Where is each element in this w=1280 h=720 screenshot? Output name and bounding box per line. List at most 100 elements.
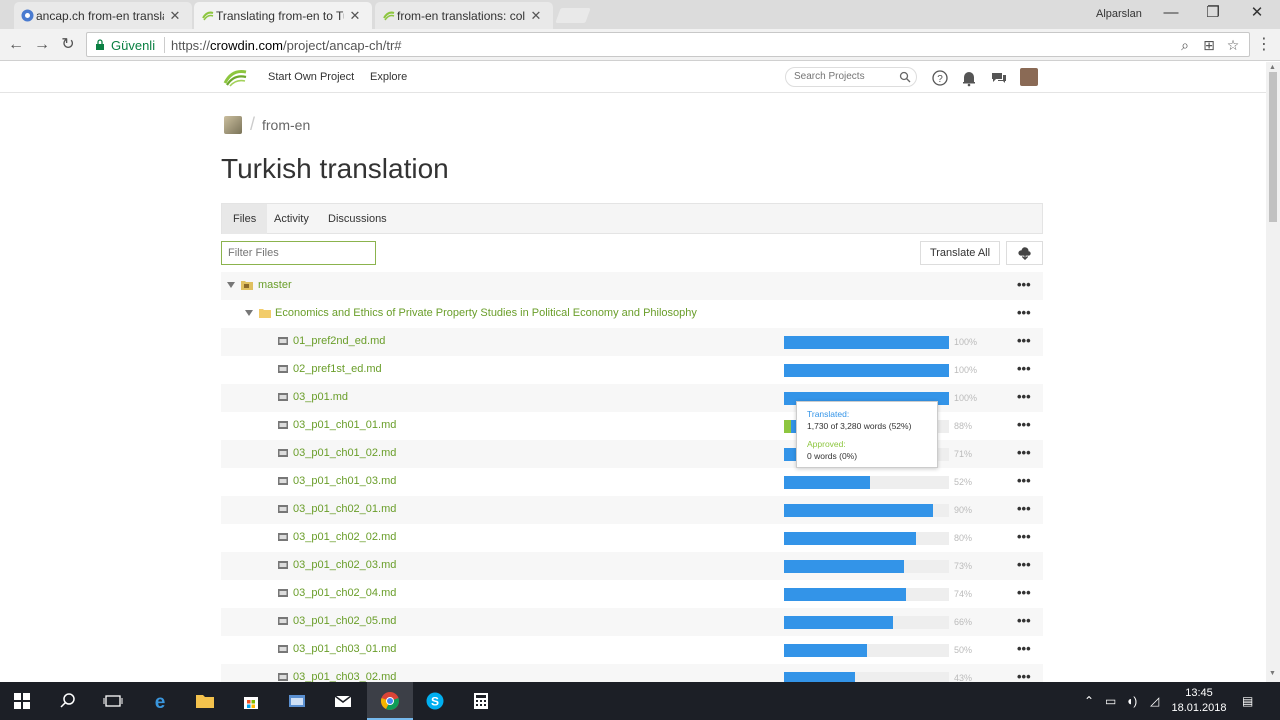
restore-icon[interactable]: ❐ (1198, 4, 1228, 22)
close-icon[interactable]: ✕ (529, 8, 543, 24)
branch-name[interactable]: master (258, 279, 292, 291)
reload-icon[interactable]: ↻ (58, 35, 78, 55)
file-name-link[interactable]: 02_pref1st_ed.md (293, 363, 382, 375)
search-icon[interactable] (58, 691, 78, 711)
caret-down-icon[interactable] (227, 282, 235, 288)
action-center-icon[interactable]: ▤ (1242, 694, 1253, 708)
translation-progress-bar[interactable] (784, 532, 949, 545)
file-name-link[interactable]: 01_pref2nd_ed.md (293, 335, 385, 347)
translation-progress-bar[interactable] (784, 504, 949, 517)
translation-progress-bar[interactable] (784, 616, 949, 629)
minimize-icon[interactable]: — (1156, 4, 1186, 22)
close-icon[interactable]: ✕ (168, 8, 182, 24)
zoom-icon[interactable]: ⌕ (1177, 37, 1193, 53)
task-view-icon[interactable] (103, 691, 123, 711)
more-options-icon[interactable]: ••• (1017, 445, 1031, 460)
search-projects-input[interactable] (794, 71, 894, 82)
file-name-link[interactable]: 03_p01_ch02_02.md (293, 531, 396, 543)
file-row[interactable]: 03_p01_ch02_02.md 80% ••• (221, 524, 1043, 552)
file-row[interactable]: 03_p01_ch02_03.md 73% ••• (221, 552, 1043, 580)
file-row[interactable]: 03_p01_ch02_01.md 90% ••• (221, 496, 1043, 524)
translation-progress-bar[interactable] (784, 672, 949, 682)
caret-down-icon[interactable] (245, 310, 253, 316)
help-icon[interactable]: ? (931, 69, 949, 87)
browser-tab[interactable]: from-en translations: col ✕ (375, 2, 553, 29)
more-options-icon[interactable]: ••• (1017, 305, 1031, 320)
back-arrow-icon[interactable]: ← (6, 35, 26, 55)
page-scrollbar[interactable]: ▲ ▼ (1266, 62, 1280, 682)
app-window-icon[interactable] (287, 691, 307, 711)
menu-icon[interactable]: ⋮ (1254, 35, 1274, 55)
translate-all-button[interactable]: Translate All (920, 241, 1000, 265)
more-options-icon[interactable]: ••• (1017, 613, 1031, 628)
scroll-up-arrow-icon[interactable]: ▲ (1269, 64, 1276, 71)
profile-name[interactable]: Alparslan (1096, 8, 1142, 20)
new-tab-button[interactable] (555, 8, 591, 23)
search-icon[interactable] (899, 71, 911, 83)
tab-discussions[interactable]: Discussions (317, 204, 398, 234)
file-name-link[interactable]: 03_p01_ch03_02.md (293, 671, 396, 682)
explore-link[interactable]: Explore (370, 71, 407, 83)
more-options-icon[interactable]: ••• (1017, 501, 1031, 516)
file-name-link[interactable]: 03_p01_ch01_01.md (293, 419, 396, 431)
download-button[interactable] (1006, 241, 1043, 265)
browser-tab[interactable]: ancap.ch from-en transla ✕ (14, 2, 192, 29)
more-options-icon[interactable]: ••• (1017, 669, 1031, 682)
more-options-icon[interactable]: ••• (1017, 277, 1031, 292)
file-name-link[interactable]: 03_p01_ch02_05.md (293, 615, 396, 627)
show-hidden-icons-icon[interactable]: ⌃ (1084, 694, 1094, 708)
chrome-icon[interactable] (380, 691, 400, 711)
file-name-link[interactable]: 03_p01_ch02_03.md (293, 559, 396, 571)
breadcrumb-project-link[interactable]: from-en (262, 117, 310, 133)
edge-browser-icon[interactable]: e (150, 691, 170, 711)
skype-icon[interactable]: S (425, 691, 445, 711)
file-name-link[interactable]: 03_p01.md (293, 391, 348, 403)
calculator-icon[interactable] (471, 691, 491, 711)
messages-icon[interactable] (990, 69, 1008, 87)
volume-icon[interactable]: ◖) (1126, 694, 1137, 708)
translation-progress-bar[interactable] (784, 644, 949, 657)
more-options-icon[interactable]: ••• (1017, 585, 1031, 600)
more-options-icon[interactable]: ••• (1017, 641, 1031, 656)
scrollbar-thumb[interactable] (1269, 72, 1277, 222)
battery-icon[interactable]: ▭ (1105, 694, 1116, 708)
more-options-icon[interactable]: ••• (1017, 473, 1031, 488)
file-row[interactable]: 01_pref2nd_ed.md 100% ••• (221, 328, 1043, 356)
translation-progress-bar[interactable] (784, 476, 949, 489)
tree-row-master[interactable]: master ••• (221, 272, 1043, 300)
url-text[interactable]: https://crowdin.com/project/ancap-ch/tr# (171, 38, 402, 53)
tab-activity[interactable]: Activity (263, 204, 320, 234)
file-name-link[interactable]: 03_p01_ch01_03.md (293, 475, 396, 487)
scroll-down-arrow-icon[interactable]: ▼ (1269, 670, 1276, 677)
bookmark-star-icon[interactable]: ☆ (1225, 37, 1241, 53)
file-row[interactable]: 03_p01_ch03_02.md 43% ••• (221, 664, 1043, 682)
project-avatar[interactable] (224, 116, 242, 134)
tree-row-folder[interactable]: Economics and Ethics of Private Property… (221, 300, 1043, 328)
window-close-icon[interactable]: ✕ (1242, 4, 1272, 22)
translation-progress-bar[interactable] (784, 336, 949, 349)
more-options-icon[interactable]: ••• (1017, 417, 1031, 432)
file-name-link[interactable]: 03_p01_ch03_01.md (293, 643, 396, 655)
file-row[interactable]: 02_pref1st_ed.md 100% ••• (221, 356, 1043, 384)
file-row[interactable]: 03_p01_ch02_05.md 66% ••• (221, 608, 1043, 636)
wifi-icon[interactable]: ◿ (1150, 694, 1159, 708)
mail-icon[interactable] (333, 691, 353, 711)
file-row[interactable]: 03_p01_ch02_04.md 74% ••• (221, 580, 1043, 608)
translation-progress-bar[interactable] (784, 364, 949, 377)
search-projects-box[interactable] (785, 67, 917, 87)
taskbar-clock[interactable]: 13:45 18.01.2018 (1168, 686, 1230, 716)
user-avatar[interactable] (1020, 68, 1038, 86)
file-row[interactable]: 03_p01_ch03_01.md 50% ••• (221, 636, 1043, 664)
translate-icon[interactable]: ⊞ (1201, 37, 1217, 53)
notifications-bell-icon[interactable] (960, 69, 978, 87)
file-name-link[interactable]: 03_p01_ch02_01.md (293, 503, 396, 515)
translation-progress-bar[interactable] (784, 588, 949, 601)
windows-start-icon[interactable] (12, 691, 32, 711)
filter-files-input[interactable] (221, 241, 376, 265)
translation-progress-bar[interactable] (784, 560, 949, 573)
folder-name[interactable]: Economics and Ethics of Private Property… (275, 307, 697, 319)
file-name-link[interactable]: 03_p01_ch01_02.md (293, 447, 396, 459)
address-bar[interactable]: Güvenli https://crowdin.com/project/anca… (86, 32, 1250, 57)
more-options-icon[interactable]: ••• (1017, 361, 1031, 376)
more-options-icon[interactable]: ••• (1017, 389, 1031, 404)
